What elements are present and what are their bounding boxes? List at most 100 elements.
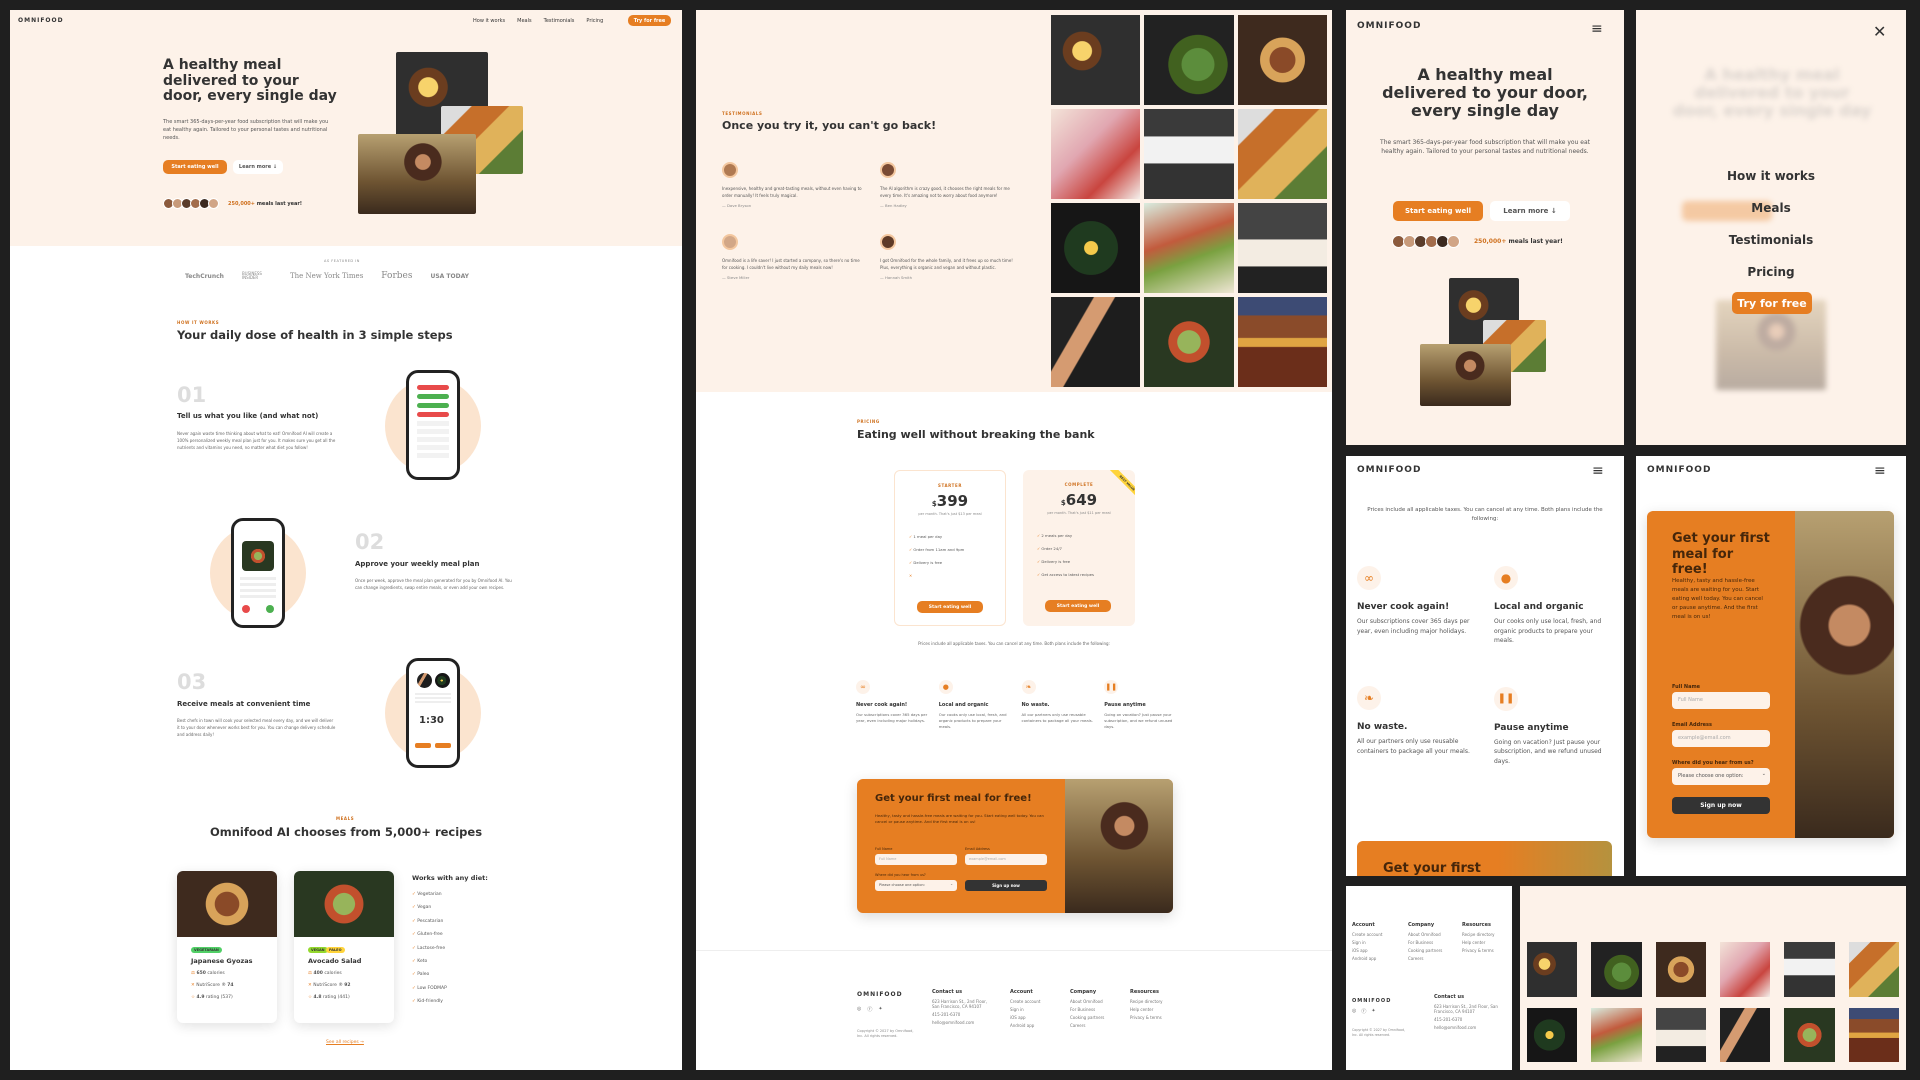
footer-link[interactable]: Sign in <box>1352 940 1402 945</box>
nav-cta-button[interactable]: Try for free <box>628 15 671 26</box>
gallery-image <box>1591 942 1642 997</box>
name-input[interactable]: Full Name <box>1672 692 1770 709</box>
email-input[interactable]: example@email.com <box>1672 730 1770 747</box>
meal-attr: ⚖ 400 calories <box>308 971 342 976</box>
signup-button[interactable]: Sign up now <box>1672 797 1770 814</box>
signup-button[interactable]: Sign up now <box>965 880 1047 891</box>
step-text: Once per week, approve the meal plan gen… <box>355 578 512 590</box>
footer-link[interactable]: Cooking partners <box>1070 1015 1120 1020</box>
meal-card[interactable]: VEGAN PALEO Avocado Salad ⚖ 400 calories… <box>294 871 394 1023</box>
testimonials-heading: Once you try it, you can't go back! <box>722 119 937 132</box>
mobile-nav-cta-button[interactable]: Try for free <box>1732 292 1812 314</box>
step-text: Best chefs in town will cook your select… <box>177 718 336 737</box>
twitter-icon[interactable]: ✦ <box>1371 1008 1375 1015</box>
footer-link[interactable]: For Business <box>1408 940 1458 945</box>
delivered-meals: 250,000+ meals last year! <box>228 201 302 207</box>
footer-link[interactable]: Create account <box>1010 999 1060 1004</box>
footer-link[interactable]: Recipe directory <box>1462 932 1510 937</box>
footer-col-title: Resources <box>1130 989 1160 995</box>
avatar <box>722 234 738 250</box>
mobile-nav-how-it-works[interactable]: How it works <box>1636 160 1906 192</box>
nav-testimonials[interactable]: Testimonials <box>544 18 575 24</box>
feature-text: Our cooks only use local, fresh, and org… <box>1494 618 1602 645</box>
footer-link[interactable]: Careers <box>1070 1023 1120 1028</box>
meal-name: Japanese Gyozas <box>191 957 253 965</box>
learn-more-button[interactable]: Learn more ↓ <box>233 160 283 174</box>
close-icon[interactable]: ✕ <box>1873 22 1886 41</box>
email-input[interactable]: example@email.com <box>965 854 1047 865</box>
name-input[interactable]: Full Name <box>875 854 957 865</box>
footer-company: Company About Omnifood For Business Cook… <box>1070 989 1120 1031</box>
mobile-logo[interactable]: OMNIFOOD <box>1647 465 1711 475</box>
source-select-value: Please choose one option: <box>879 883 925 887</box>
footer-link[interactable]: About Omnifood <box>1408 932 1458 937</box>
plan-feature: ✕ <box>909 573 913 578</box>
mobile-learn-more-button[interactable]: Learn more ↓ <box>1490 201 1570 221</box>
footer-phone[interactable]: 415-201-6370 <box>932 1012 992 1017</box>
footer-link[interactable]: Privacy & terms <box>1130 1015 1180 1020</box>
mobile-logo[interactable]: OMNIFOOD <box>1357 21 1421 31</box>
hamburger-menu-icon[interactable]: ≡ <box>1874 464 1886 478</box>
meal-card[interactable]: VEGETARIAN Japanese Gyozas ⚖ 650 calorie… <box>177 871 277 1023</box>
phone-mockup-step2 <box>231 518 285 628</box>
footer-logo[interactable]: OMNIFOOD <box>857 991 903 998</box>
plan-cta-button[interactable]: Start eating well <box>917 601 983 613</box>
mobile-nav-meals[interactable]: Meals <box>1636 192 1906 224</box>
footer-link[interactable]: Privacy & terms <box>1462 948 1510 953</box>
meal-attr: ✕ NutriScore ® 74 <box>191 983 234 988</box>
mobile-nav-pricing[interactable]: Pricing <box>1636 256 1906 288</box>
footer-link[interactable]: Sign in <box>1010 1007 1060 1012</box>
hamburger-menu-icon[interactable]: ≡ <box>1592 464 1604 478</box>
mobile-cta-box: Get your first meal for free! Healthy, t… <box>1647 511 1894 838</box>
footer-link[interactable]: Help center <box>1130 1007 1180 1012</box>
footer-contact: Contact us 623 Harrison St., 2nd Floor, … <box>1434 994 1506 1033</box>
gallery-image <box>1527 1007 1578 1062</box>
footer-link[interactable]: Help center <box>1462 940 1510 945</box>
footer-link[interactable]: iOS app <box>1352 948 1402 953</box>
footer-logo[interactable]: OMNIFOOD <box>1352 998 1391 1004</box>
plan-feature: ✓ Delivery is free <box>909 560 943 565</box>
facebook-icon[interactable]: ⓕ <box>867 1006 872 1013</box>
footer-link[interactable]: Cooking partners <box>1408 948 1458 953</box>
nav-pricing[interactable]: Pricing <box>586 18 603 24</box>
footer-link[interactable]: Careers <box>1408 956 1458 961</box>
nav-how-it-works[interactable]: How it works <box>473 18 505 24</box>
source-select[interactable]: Please choose one option: ⌄ <box>875 880 957 891</box>
apple-icon: ● <box>938 680 953 694</box>
step-title: Approve your weekly meal plan <box>355 560 480 568</box>
customer-avatars <box>163 198 219 209</box>
footer-col-title: Company <box>1070 989 1097 995</box>
all-recipes-link[interactable]: See all recipes → <box>326 1040 364 1045</box>
gallery-image <box>1719 1007 1771 1062</box>
twitter-icon[interactable]: ✦ <box>878 1006 882 1013</box>
mobile-logo[interactable]: OMNIFOOD <box>1357 465 1421 475</box>
mobile-start-eating-button[interactable]: Start eating well <box>1393 201 1483 221</box>
footer-link[interactable]: Android app <box>1352 956 1402 961</box>
mobile-hero-panel: OMNIFOOD ≡ A healthy meal delivered to y… <box>1346 10 1624 445</box>
hamburger-menu-icon[interactable]: ≡ <box>1591 22 1603 36</box>
delivered-text: meals last year! <box>1508 238 1563 245</box>
footer-email[interactable]: hello@omnifood.com <box>1434 1025 1506 1030</box>
mobile-nav-testimonials[interactable]: Testimonials <box>1636 224 1906 256</box>
cta-title: Get your first meal for free! <box>875 793 1032 804</box>
instagram-icon[interactable]: ◎ <box>857 1006 861 1013</box>
start-eating-button[interactable]: Start eating well <box>163 160 227 174</box>
facebook-icon[interactable]: ⓕ <box>1361 1008 1366 1015</box>
footer-link[interactable]: Android app <box>1010 1023 1060 1028</box>
mobile-delivered: 250,000+ meals last year! <box>1474 238 1563 245</box>
source-select[interactable]: Please choose one option: ⌄ <box>1672 768 1770 785</box>
footer-link[interactable]: Create account <box>1352 932 1402 937</box>
footer-link[interactable]: For Business <box>1070 1007 1120 1012</box>
nav-meals[interactable]: Meals <box>517 18 531 24</box>
feature-text: Our subscriptions cover 365 days per yea… <box>856 712 928 724</box>
footer-email[interactable]: hello@omnifood.com <box>932 1020 992 1025</box>
plan-cta-button[interactable]: Start eating well <box>1045 600 1111 612</box>
footer-link[interactable]: Recipe directory <box>1130 999 1180 1004</box>
logo[interactable]: OMNIFOOD <box>18 17 64 24</box>
footer-link[interactable]: iOS app <box>1010 1015 1060 1020</box>
feature-text: Our subscriptions cover 365 days per yea… <box>1357 618 1470 635</box>
instagram-icon[interactable]: ◎ <box>1352 1008 1356 1015</box>
footer-resources: Resources Recipe directory Help center P… <box>1462 922 1510 956</box>
footer-phone[interactable]: 415-201-6370 <box>1434 1017 1506 1022</box>
footer-link[interactable]: About Omnifood <box>1070 999 1120 1004</box>
